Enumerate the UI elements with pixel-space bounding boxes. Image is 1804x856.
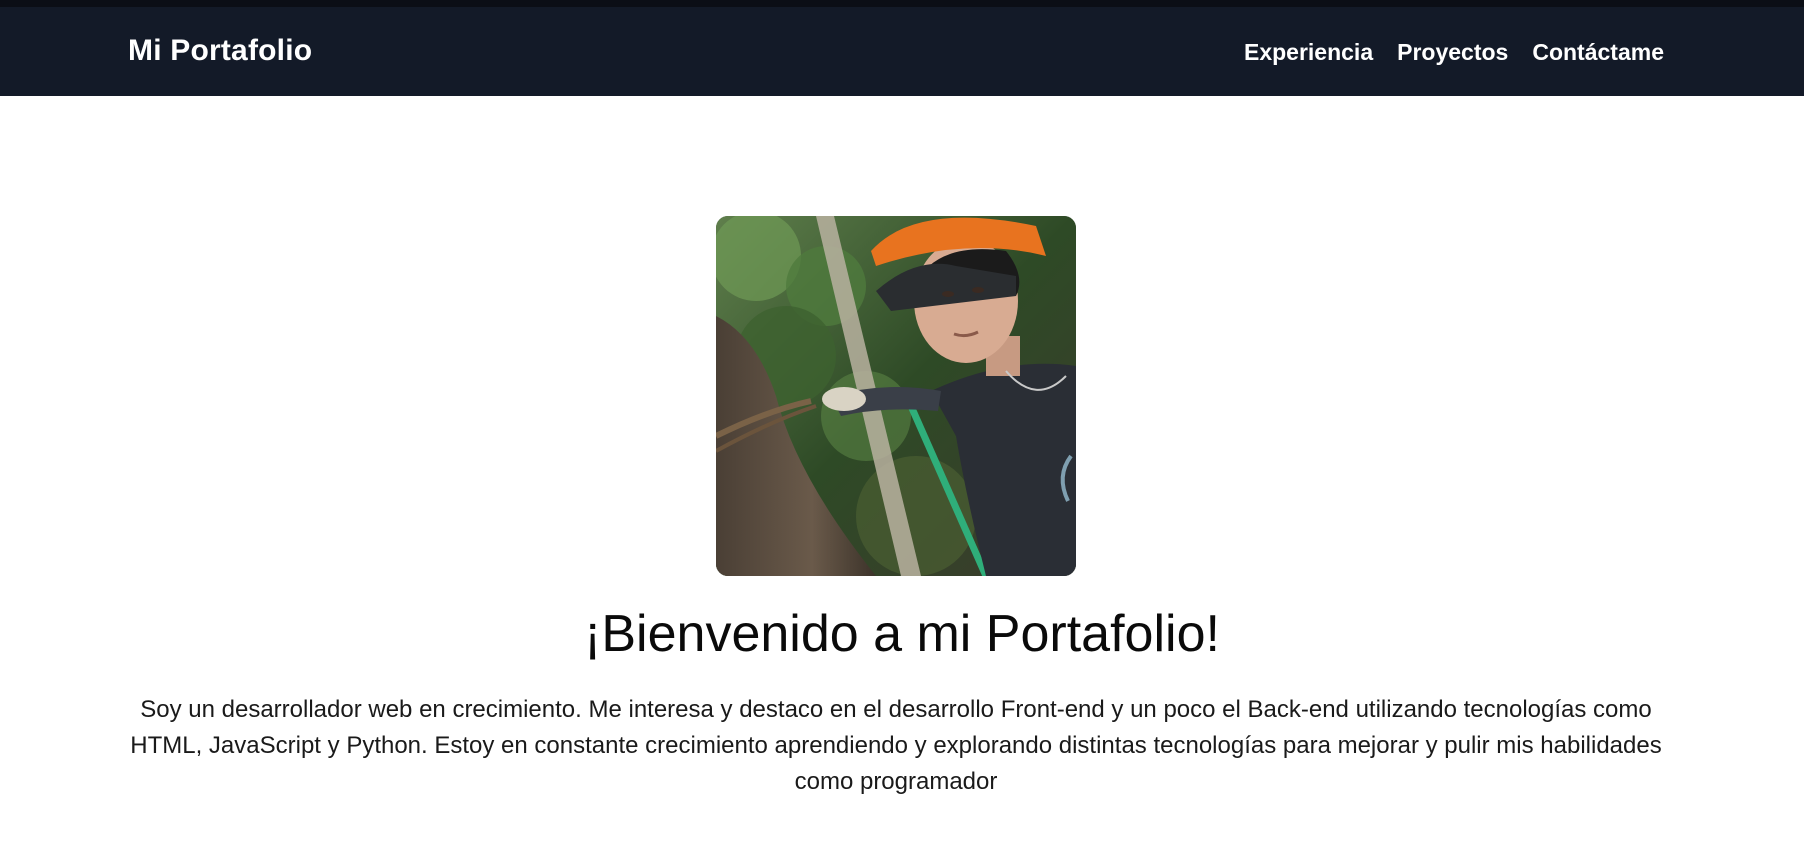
- nav-link-experiencia[interactable]: Experiencia: [1244, 39, 1373, 66]
- nav-link-proyectos[interactable]: Proyectos: [1397, 39, 1508, 66]
- page-title: ¡Bienvenido a mi Portafolio!: [584, 605, 1220, 663]
- top-strip: [0, 0, 1804, 7]
- profile-photo: [716, 216, 1076, 576]
- nav-link-contactame[interactable]: Contáctame: [1532, 39, 1664, 66]
- navbar: Mi Portafolio Experiencia Proyectos Cont…: [0, 7, 1804, 96]
- nav-links: Experiencia Proyectos Contáctame: [1244, 39, 1664, 66]
- brand-logo-link[interactable]: Mi Portafolio: [128, 34, 312, 68]
- intro-paragraph: Soy un desarrollador web en crecimiento.…: [130, 696, 1662, 795]
- profile-photo-illustration: [716, 216, 1076, 576]
